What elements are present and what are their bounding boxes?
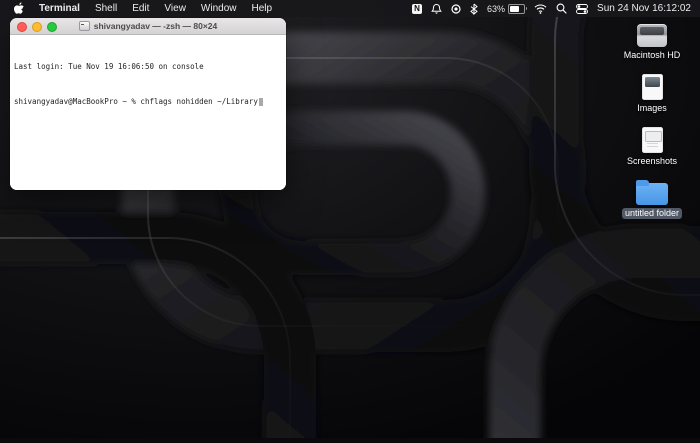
terminal-content[interactable]: Last login: Tue Nov 19 16:06:50 on conso… (10, 35, 286, 190)
blue-folder-icon (636, 180, 668, 206)
icon-label: Macintosh HD (623, 50, 681, 60)
terminal-line-lastlogin: Last login: Tue Nov 19 16:06:50 on conso… (14, 62, 204, 72)
menu-shell[interactable]: Shell (88, 0, 124, 17)
menu-app-name[interactable]: Terminal (32, 0, 87, 17)
desktop-icon-column: Macintosh HD Images Screenshots untitled… (610, 24, 694, 220)
menu-window[interactable]: Window (194, 0, 244, 17)
menu-view[interactable]: View (157, 0, 193, 17)
terminal-titlebar[interactable]: shivangyadav — -zsh — 80×24 (10, 18, 286, 35)
terminal-window: shivangyadav — -zsh — 80×24 Last login: … (10, 18, 286, 190)
menu-edit[interactable]: Edit (125, 0, 156, 17)
terminal-cursor (258, 98, 264, 107)
traffic-lights (17, 22, 57, 32)
close-button[interactable] (17, 22, 27, 32)
image-file-icon (641, 73, 663, 100)
spotlight-search-icon[interactable] (556, 0, 567, 17)
desktop-icon-untitled-folder[interactable]: untitled folder (610, 179, 694, 220)
bluetooth-icon[interactable] (470, 0, 478, 17)
terminal-line-prompt: shivangyadav@MacBookPro ~ % chflags nohi… (14, 96, 282, 108)
menu-clock[interactable]: Sun 24 Nov 16:12:02 (597, 3, 691, 14)
terminal-proxy-icon (78, 21, 90, 31)
wifi-icon[interactable] (534, 0, 547, 17)
battery-icon[interactable]: 63% (487, 0, 528, 17)
record-icon[interactable] (451, 0, 461, 17)
window-title-text: shivangyadav — -zsh — 80×24 (93, 21, 218, 31)
hard-drive-icon (637, 24, 667, 47)
window-title: shivangyadav — -zsh — 80×24 (78, 21, 218, 31)
battery-percent: 63% (487, 3, 506, 14)
menu-bar: Terminal Shell Edit View Window Help N 6… (0, 0, 700, 17)
control-center-icon[interactable] (576, 0, 588, 17)
bell-icon[interactable] (431, 0, 442, 17)
desktop-icon-images[interactable]: Images (610, 73, 694, 114)
desktop-icon-macintosh-hd[interactable]: Macintosh HD (610, 24, 694, 61)
icon-label: Screenshots (626, 155, 678, 166)
screenshot-file-icon (641, 126, 663, 153)
apple-menu-icon[interactable] (8, 2, 31, 15)
desktop-icon-screenshots[interactable]: Screenshots (610, 126, 694, 167)
notion-icon[interactable]: N (412, 0, 423, 17)
icon-label: Images (637, 102, 667, 113)
icon-label-selected: untitled folder (621, 208, 683, 220)
zoom-button[interactable] (47, 22, 57, 32)
menu-help[interactable]: Help (245, 0, 280, 17)
minimize-button[interactable] (32, 22, 42, 32)
